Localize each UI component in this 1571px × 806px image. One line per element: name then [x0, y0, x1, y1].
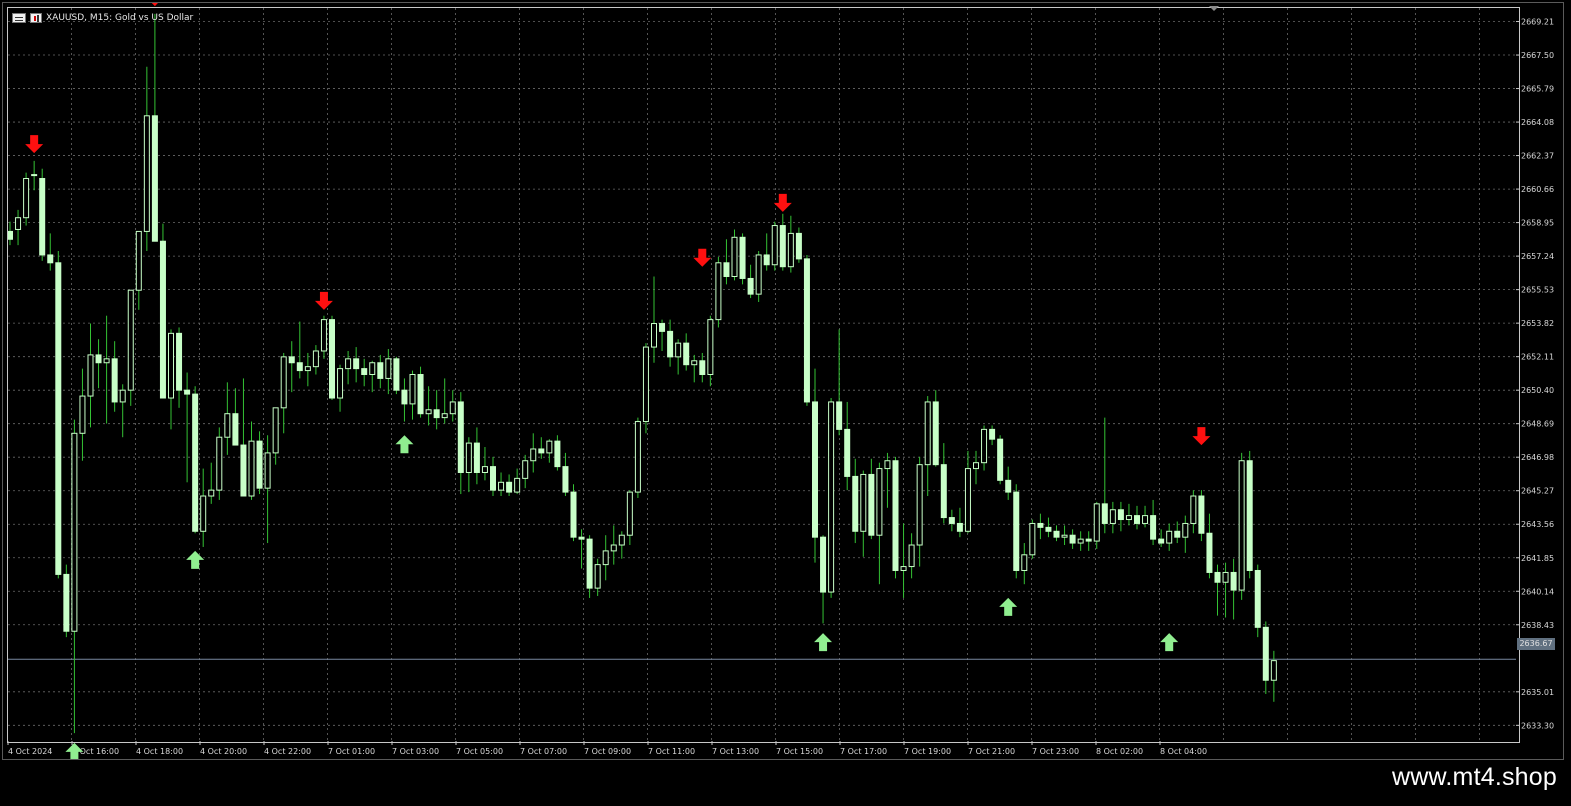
y-tick-label: 2640.14	[1521, 587, 1554, 596]
x-tick-label: 7 Oct 13:00	[712, 747, 759, 756]
y-tick-label: 2643.56	[1521, 520, 1554, 529]
chart-shift-marker-icon[interactable]	[1209, 6, 1219, 11]
x-tick-label: 7 Oct 19:00	[904, 747, 951, 756]
y-tick-label: 2655.53	[1521, 286, 1554, 295]
y-tick-label: 2664.08	[1521, 118, 1554, 127]
x-tick-label: 7 Oct 07:00	[520, 747, 567, 756]
y-tick-label: 2635.01	[1521, 688, 1554, 697]
footer-bar	[0, 762, 1571, 806]
buy-arrow-icon	[65, 742, 84, 759]
y-tick-label: 2641.85	[1521, 554, 1554, 563]
x-tick-label: 7 Oct 17:00	[840, 747, 887, 756]
x-tick-label: 4 Oct 18:00	[136, 747, 183, 756]
y-tick-label: 2648.69	[1521, 420, 1554, 429]
window-menu-icon[interactable]	[12, 13, 26, 23]
y-tick-label: 2650.40	[1521, 386, 1554, 395]
x-tick-label: 7 Oct 01:00	[328, 747, 375, 756]
x-tick-label: 7 Oct 23:00	[1032, 747, 1079, 756]
x-tick-label: 8 Oct 02:00	[1096, 747, 1143, 756]
y-tick-label: 2653.82	[1521, 319, 1554, 328]
x-tick-label: 7 Oct 11:00	[648, 747, 695, 756]
x-tick-label: 4 Oct 20:00	[200, 747, 247, 756]
y-tick-label: 2657.24	[1521, 252, 1554, 261]
y-tick-label: 2645.27	[1521, 487, 1554, 496]
x-tick-label: 8 Oct 04:00	[1160, 747, 1207, 756]
y-tick-label: 2667.50	[1521, 51, 1554, 60]
plot-frame	[7, 7, 1520, 743]
x-tick-label: 4 Oct 2024	[8, 747, 52, 756]
y-tick-label: 2633.30	[1521, 721, 1554, 730]
symbol-caption: XAUUSD, M15: Gold vs US Dollar	[46, 13, 194, 23]
y-tick-label: 2646.98	[1521, 453, 1554, 462]
mt4-terminal: 2669.21 2667.50 2665.79 2664.08 2662.37 2660.…	[0, 0, 1571, 806]
chart-header: XAUUSD, M15: Gold vs US Dollar	[12, 12, 193, 24]
x-tick-label: 7 Oct 21:00	[968, 747, 1015, 756]
y-tick-label: 2652.11	[1521, 353, 1554, 362]
current-price-label: 2636.67	[1517, 638, 1555, 650]
y-tick-label: 2660.66	[1521, 185, 1554, 194]
sell-arrow-icon	[151, 3, 158, 7]
watermark: www.mt4.shop	[1392, 763, 1557, 791]
chart-window[interactable]: 2669.21 2667.50 2665.79 2664.08 2662.37 2660.…	[2, 2, 1564, 760]
y-tick-label: 2669.21	[1521, 18, 1554, 27]
y-tick-label: 2658.95	[1521, 219, 1554, 228]
x-tick-label: 7 Oct 09:00	[584, 747, 631, 756]
y-tick-label: 2638.43	[1521, 621, 1554, 630]
y-tick-label: 2662.37	[1521, 152, 1554, 161]
x-tick-label: 4 Oct 22:00	[264, 747, 311, 756]
x-tick-label: 7 Oct 03:00	[392, 747, 439, 756]
chart-type-icon	[30, 13, 42, 23]
x-tick-label: 7 Oct 15:00	[776, 747, 823, 756]
y-tick-label: 2665.79	[1521, 85, 1554, 94]
x-tick-label: 7 Oct 05:00	[456, 747, 503, 756]
